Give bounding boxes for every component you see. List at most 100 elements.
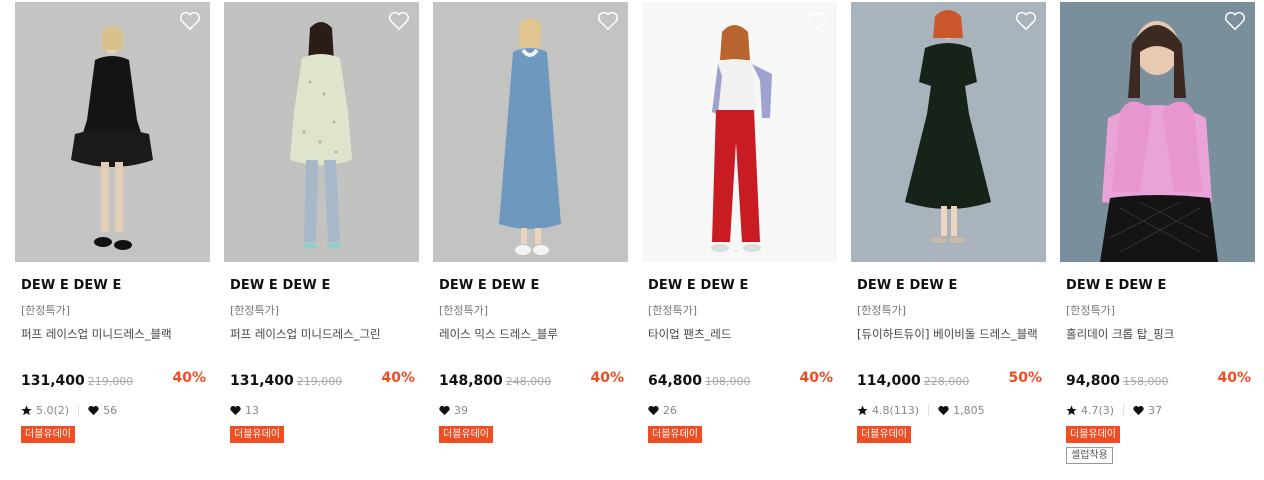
heart-filled-icon [230, 405, 241, 415]
like-count: 1,805 [953, 403, 985, 417]
sale-price: 114,000 [857, 373, 921, 389]
product-name[interactable]: [듀이하트듀이] 베이비돌 드레스_블랙 [851, 326, 1046, 344]
product-name[interactable]: 타이업 팬츠_레드 [642, 326, 837, 344]
product-card[interactable]: DEW E DEW E [한정특가] 홀리데이 크롭 탑_핑크 94,800 15… [1060, 2, 1255, 464]
star-icon [1066, 404, 1077, 415]
wishlist-heart-icon[interactable] [597, 11, 619, 31]
discount-rate: 40% [799, 370, 833, 386]
like-count: 37 [1148, 403, 1163, 417]
discount-rate: 40% [381, 370, 415, 386]
original-price: 158,000 [1123, 375, 1169, 388]
product-image[interactable] [851, 2, 1046, 262]
product-tag: [한정특가] [648, 304, 698, 317]
original-price: 219,000 [87, 375, 134, 388]
product-image[interactable] [642, 2, 837, 262]
product-tag: [한정특가] [439, 304, 489, 317]
heart-filled-icon [88, 405, 99, 415]
product-tag: [한정특가] [857, 304, 907, 317]
product-card[interactable]: DEW E DEW E [한정특가] 퍼프 레이스업 미니드레스_블랙 131,… [15, 2, 210, 443]
price-row: 94,800 158,000 40% [1060, 370, 1255, 390]
product-photo [224, 2, 419, 262]
celeb-badge: 셀럽착용 [1066, 447, 1113, 464]
price-row: 131,400 219,000 40% [224, 370, 419, 390]
star-icon [857, 404, 868, 415]
sale-price: 64,800 [648, 373, 703, 389]
event-badge: 더블유데이 [1066, 426, 1120, 443]
sale-price: 131,400 [21, 373, 85, 389]
product-meta: 4.8(113) 1,805 [851, 402, 1046, 418]
product-name[interactable]: 퍼프 레이스업 미니드레스_그린 [224, 326, 419, 344]
event-badge: 더블유데이 [857, 426, 911, 443]
heart-filled-icon [439, 405, 450, 415]
product-photo [1060, 2, 1255, 262]
like-count: 39 [454, 403, 468, 417]
product-photo [15, 2, 210, 262]
heart-filled-icon [1133, 405, 1144, 415]
event-badge: 더블유데이 [439, 426, 493, 443]
product-image[interactable] [224, 2, 419, 262]
like-count: 56 [103, 403, 118, 417]
wishlist-heart-icon[interactable] [1224, 11, 1246, 31]
product-grid: DEW E DEW E [한정특가] 퍼프 레이스업 미니드레스_블랙 131,… [0, 0, 1264, 480]
product-meta: 26 [642, 402, 837, 418]
discount-rate: 40% [590, 370, 624, 386]
product-tag: [한정특가] [1066, 304, 1116, 317]
wishlist-heart-icon[interactable] [1015, 11, 1037, 31]
price-row: 64,800 108,000 40% [642, 370, 837, 390]
like-count: 26 [663, 403, 677, 417]
product-tag: [한정특가] [230, 304, 280, 317]
discount-rate: 40% [1217, 370, 1251, 386]
wishlist-heart-icon[interactable] [806, 11, 828, 31]
product-meta: 4.7(3) 37 [1060, 402, 1255, 418]
meta-divider [1123, 405, 1125, 415]
product-brand[interactable]: DEW E DEW E [851, 278, 1046, 296]
sale-price: 148,800 [439, 373, 503, 389]
product-name[interactable]: 홀리데이 크롭 탑_핑크 [1060, 326, 1255, 344]
wishlist-heart-icon[interactable] [179, 11, 201, 31]
discount-rate: 40% [172, 370, 206, 386]
wishlist-heart-icon[interactable] [388, 11, 410, 31]
original-price: 108,000 [705, 375, 751, 388]
product-meta: 39 [433, 402, 628, 418]
price-row: 114,000 228,000 50% [851, 370, 1046, 390]
product-brand[interactable]: DEW E DEW E [224, 278, 419, 296]
event-badge: 더블유데이 [21, 426, 75, 443]
product-card[interactable]: DEW E DEW E [한정특가] 레이스 믹스 드레스_블루 148,800… [433, 2, 628, 443]
heart-filled-icon [938, 405, 949, 415]
product-tag: [한정특가] [21, 304, 71, 317]
sale-price: 94,800 [1066, 373, 1121, 389]
rating-text: 4.7(3) [1081, 403, 1115, 417]
meta-divider [78, 405, 80, 415]
meta-divider [928, 405, 930, 415]
product-card[interactable]: DEW E DEW E [한정특가] 퍼프 레이스업 미니드레스_그린 131,… [224, 2, 419, 443]
product-card[interactable]: DEW E DEW E [한정특가] 타이업 팬츠_레드 64,800 108,0… [642, 2, 837, 443]
product-brand[interactable]: DEW E DEW E [15, 278, 210, 296]
product-meta: 5.0(2) 56 [15, 402, 210, 418]
price-row: 148,800 248,000 40% [433, 370, 628, 390]
discount-rate: 50% [1008, 370, 1042, 386]
price-row: 131,400 219,000 40% [15, 370, 210, 390]
original-price: 248,000 [505, 375, 552, 388]
product-brand[interactable]: DEW E DEW E [433, 278, 628, 296]
product-name[interactable]: 레이스 믹스 드레스_블루 [433, 326, 628, 344]
product-image[interactable] [1060, 2, 1255, 262]
product-card[interactable]: DEW E DEW E [한정특가] [듀이하트듀이] 베이비돌 드레스_블랙 … [851, 2, 1046, 443]
sale-price: 131,400 [230, 373, 294, 389]
product-photo [642, 2, 837, 262]
like-count: 13 [245, 403, 259, 417]
product-photo [433, 2, 628, 262]
event-badge: 더블유데이 [648, 426, 702, 443]
product-image[interactable] [15, 2, 210, 262]
heart-filled-icon [648, 405, 659, 415]
product-image[interactable] [433, 2, 628, 262]
product-photo [851, 2, 1046, 262]
product-brand[interactable]: DEW E DEW E [1060, 278, 1255, 296]
original-price: 228,000 [923, 375, 970, 388]
product-meta: 13 [224, 402, 419, 418]
star-icon [21, 404, 32, 415]
rating-text: 5.0(2) [36, 403, 70, 417]
rating-text: 4.8(113) [872, 403, 920, 417]
original-price: 219,000 [296, 375, 343, 388]
product-name[interactable]: 퍼프 레이스업 미니드레스_블랙 [15, 326, 210, 344]
product-brand[interactable]: DEW E DEW E [642, 278, 837, 296]
